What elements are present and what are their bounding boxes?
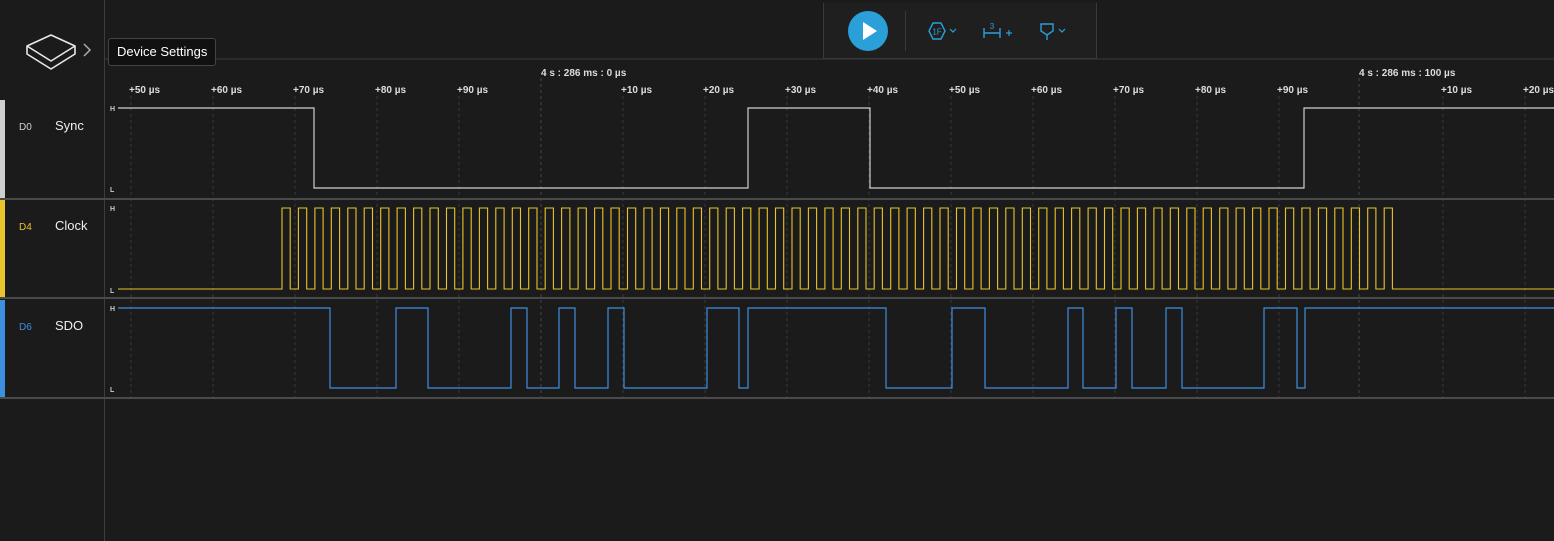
channel-name[interactable]: Clock [55, 218, 88, 233]
channel-id: D6 [19, 322, 32, 333]
channel-color-bar [0, 200, 5, 298]
sdo-waveform [118, 307, 1554, 389]
time-tick-label: +80 µs [375, 85, 407, 96]
time-tick-label: +30 µs [785, 85, 817, 96]
channel-color-bar [0, 300, 5, 398]
time-tick-label: +60 µs [1031, 85, 1063, 96]
time-anchor-label: 4 s : 286 ms : 100 µs [1359, 68, 1456, 79]
start-capture-button[interactable] [848, 11, 888, 51]
time-tick-label: +50 µs [949, 85, 981, 96]
channel-row-d6[interactable]: D6 SDO [0, 300, 104, 398]
time-tick-label: +90 µs [1277, 85, 1309, 96]
time-tick-label: +80 µs [1195, 85, 1227, 96]
sidebar: D0 Sync D4 Clock D6 SDO [0, 0, 105, 541]
level-low-label: L [110, 387, 115, 394]
chevron-right-icon[interactable] [82, 42, 92, 58]
channel-row-d0[interactable]: D0 Sync [0, 100, 104, 198]
trigger-label: 1F [932, 28, 941, 37]
channel-color-bar [0, 100, 5, 198]
level-high-label: H [110, 206, 115, 213]
channel-separator [0, 297, 1554, 299]
waveform-area[interactable]: +50 µs +60 µs +70 µs +80 µs +90 µs +10 µs +20 … [0, 0, 1554, 541]
measure-count: 3 [990, 22, 995, 31]
time-tick-label: +90 µs [457, 85, 489, 96]
play-icon [863, 22, 877, 40]
level-low-label: L [110, 288, 115, 295]
time-tick-label: +20 µs [1523, 85, 1554, 96]
time-tick-label: +60 µs [211, 85, 243, 96]
channel-id: D0 [19, 122, 32, 133]
time-tick-label: +10 µs [1441, 85, 1473, 96]
marker-icon[interactable] [1038, 20, 1070, 42]
time-tick-label: +40 µs [867, 85, 899, 96]
channel-name[interactable]: SDO [55, 318, 83, 333]
channel-id: D4 [19, 222, 32, 233]
time-anchor-label: 4 s : 286 ms : 0 µs [541, 68, 627, 79]
device-settings-tooltip: Device Settings [108, 38, 217, 66]
clock-waveform [118, 207, 1554, 290]
time-tick-label: +10 µs [621, 85, 653, 96]
channel-separator [0, 397, 1554, 399]
channel-name[interactable]: Sync [55, 118, 84, 133]
time-tick-label: +70 µs [1113, 85, 1145, 96]
level-high-label: H [110, 106, 115, 113]
trigger-hex-icon[interactable]: 1F [924, 20, 960, 42]
time-tick-label: +20 µs [703, 85, 735, 96]
toolbar-divider [905, 11, 906, 51]
level-high-label: H [110, 306, 115, 313]
sync-waveform [118, 107, 1554, 189]
channel-row-d4[interactable]: D4 Clock [0, 200, 104, 298]
capture-toolbar: 1F 3 [823, 3, 1097, 59]
time-tick-label: +50 µs [129, 85, 161, 96]
channel-separator [0, 198, 1554, 200]
measure-add-icon[interactable]: 3 [982, 20, 1016, 42]
level-low-label: L [110, 187, 115, 194]
device-icon[interactable] [24, 32, 78, 72]
time-tick-label: +70 µs [293, 85, 325, 96]
